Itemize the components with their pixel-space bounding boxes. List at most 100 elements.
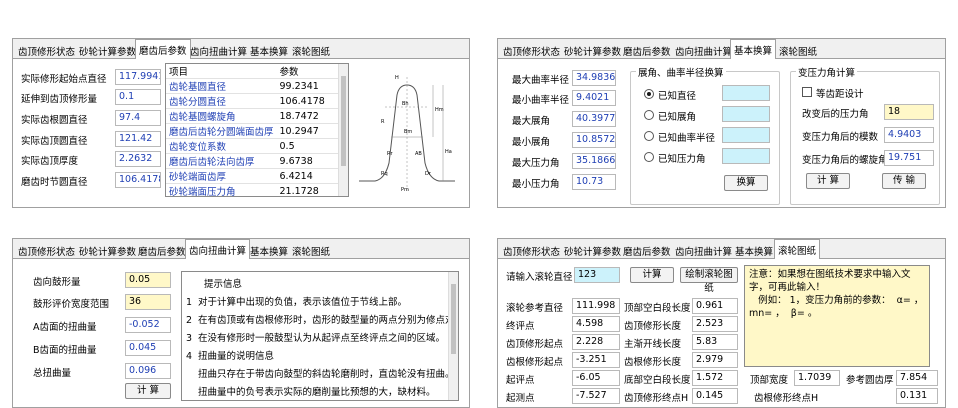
field-value[interactable]: 121.42: [115, 131, 161, 147]
diagram-label: Rq: [381, 171, 388, 177]
radio-known-radius[interactable]: [644, 131, 654, 141]
field-value[interactable]: 7.854: [896, 370, 938, 386]
field-value[interactable]: 35.1866: [572, 153, 616, 169]
input-pressure-angle[interactable]: [722, 148, 770, 164]
tab-helix-twist[interactable]: 齿向扭曲计算: [185, 239, 251, 260]
field-value[interactable]: 106.4178: [115, 172, 161, 188]
field-value[interactable]: 40.3977: [572, 111, 616, 127]
field-value[interactable]: 19.751: [884, 150, 934, 166]
field-label: 实际修形起始点直径: [21, 74, 107, 85]
radio-known-angle[interactable]: [644, 110, 654, 120]
calculate-button[interactable]: 计算: [630, 267, 674, 283]
cell-item: 齿轮基圆螺旋角: [166, 108, 277, 124]
field-value[interactable]: 2.979: [692, 352, 738, 368]
tab-wheel-params[interactable]: 砂轮计算参数: [76, 242, 139, 259]
tab-after-grinding[interactable]: 磨齿后参数: [135, 39, 191, 60]
roller-diameter-label: 请输入滚轮直径: [506, 272, 573, 283]
table-row[interactable]: 砂轮端面齿厚 6.4214: [166, 168, 340, 184]
tab-bar: 齿顶修形状态 砂轮计算参数 磨齿后参数 齿向扭曲计算 基本换算 滚轮图纸: [498, 39, 945, 60]
input-angle[interactable]: [722, 106, 770, 122]
convert-button[interactable]: 换算: [724, 175, 768, 191]
tab-helix-twist[interactable]: 齿向扭曲计算: [672, 242, 735, 259]
field-value[interactable]: -3.251: [572, 352, 620, 368]
table-scrollbar[interactable]: [338, 64, 348, 196]
field-label: 主渐开线长度: [624, 339, 682, 350]
field-value[interactable]: 9.4021: [572, 90, 616, 106]
tab-roller-drawing[interactable]: 滚轮图纸: [774, 239, 821, 260]
tab-basic-conversion[interactable]: 基本换算: [247, 42, 291, 59]
field-value[interactable]: 97.4: [115, 110, 161, 126]
table-row[interactable]: 磨齿后齿轮分圆端面齿厚 10.2947: [166, 123, 340, 139]
calculate-button[interactable]: 计 算: [806, 173, 850, 189]
tab-wheel-params[interactable]: 砂轮计算参数: [76, 42, 139, 59]
field-value[interactable]: 0.961: [692, 298, 738, 314]
tab-roller-drawing[interactable]: 滚轮图纸: [776, 42, 820, 59]
scrollbar-thumb[interactable]: [341, 76, 346, 166]
table-row[interactable]: 齿轮变位系数 0.5: [166, 138, 340, 154]
radio-known-pressure-angle[interactable]: [644, 152, 654, 162]
table-row[interactable]: 齿轮分圆直径 106.4178: [166, 93, 340, 109]
field-value[interactable]: 1.7039: [794, 370, 840, 386]
group-title: 变压力角计算: [796, 65, 858, 79]
field-value[interactable]: 36: [125, 294, 171, 310]
tab-roller-drawing[interactable]: 滚轮图纸: [289, 42, 333, 59]
info-scrollbar[interactable]: [448, 272, 458, 400]
field-value[interactable]: 117.9941: [115, 69, 161, 85]
tab-wheel-params[interactable]: 砂轮计算参数: [561, 42, 624, 59]
table-row[interactable]: 齿轮基圆直径 99.2341: [166, 78, 340, 94]
field-value[interactable]: 10.8572: [572, 132, 616, 148]
field-value[interactable]: 10.73: [572, 174, 616, 190]
tab-tip-modification[interactable]: 齿顶修形状态: [15, 42, 78, 59]
tab-tip-modification[interactable]: 齿顶修形状态: [500, 42, 563, 59]
roller-diameter-input[interactable]: 123: [574, 267, 620, 283]
field-value[interactable]: 0.096: [125, 363, 171, 379]
field-value[interactable]: 18: [884, 104, 934, 120]
field-label: B齿面的扭曲量: [33, 345, 97, 356]
field-value[interactable]: -7.527: [572, 388, 620, 404]
tab-tip-modification[interactable]: 齿顶修形状态: [15, 242, 78, 259]
tab-after-grinding[interactable]: 磨齿后参数: [135, 242, 189, 259]
tab-basic-conversion[interactable]: 基本换算: [247, 242, 291, 259]
field-value[interactable]: 5.83: [692, 334, 738, 350]
field-value[interactable]: 0.1: [115, 89, 161, 105]
transfer-button[interactable]: 传 输: [882, 173, 926, 189]
tab-wheel-params[interactable]: 砂轮计算参数: [561, 242, 624, 259]
field-value[interactable]: 0.131: [896, 388, 938, 404]
field-value[interactable]: 2.523: [692, 316, 738, 332]
radio-known-diameter[interactable]: [644, 89, 654, 99]
equal-pitch-checkbox[interactable]: [802, 87, 812, 97]
table-row[interactable]: 磨齿后齿轮法向齿厚 9.6738: [166, 153, 340, 169]
tab-roller-drawing[interactable]: 滚轮图纸: [289, 242, 333, 259]
tab-basic-conversion[interactable]: 基本换算: [730, 39, 777, 60]
tab-after-grinding[interactable]: 磨齿后参数: [620, 42, 674, 59]
field-value[interactable]: 1.572: [692, 370, 738, 386]
drawing-note-textarea[interactable]: 注意：如果想在图纸技术要求中输入文字，可再此输入！ 例如： 1，变压力角前的参数…: [744, 265, 930, 367]
params-table[interactable]: 项目 参数 齿轮基圆直径 99.2341 齿轮分圆直径 106.4178 齿轮基圆螺…: [165, 63, 349, 197]
field-value[interactable]: -6.05: [572, 370, 620, 386]
field-value[interactable]: 2.228: [572, 334, 620, 350]
field-value[interactable]: 0.145: [692, 388, 738, 404]
field-value[interactable]: 34.9836: [572, 70, 616, 86]
table-row[interactable]: 齿轮基圆螺旋角 18.7472: [166, 108, 340, 124]
tab-tip-modification[interactable]: 齿顶修形状态: [500, 242, 563, 259]
input-radius[interactable]: [722, 127, 770, 143]
draw-roller-button[interactable]: 绘制滚轮图纸: [680, 267, 738, 294]
field-value[interactable]: 0.05: [125, 272, 171, 288]
field-value[interactable]: -0.052: [125, 317, 171, 333]
cell-item: 砂轮端面压力角: [166, 183, 277, 196]
field-value[interactable]: 111.998: [572, 298, 620, 314]
field-label: 实际齿根圆直径: [21, 115, 88, 126]
tab-helix-twist[interactable]: 齿向扭曲计算: [187, 42, 250, 59]
calculate-button[interactable]: 计 算: [125, 383, 171, 399]
field-value[interactable]: 0.045: [125, 340, 171, 356]
tab-after-grinding[interactable]: 磨齿后参数: [620, 242, 674, 259]
tab-helix-twist[interactable]: 齿向扭曲计算: [672, 42, 735, 59]
field-label: 最小展角: [512, 137, 551, 148]
tab-basic-conversion[interactable]: 基本换算: [732, 242, 776, 259]
field-value[interactable]: 4.598: [572, 316, 620, 332]
field-value[interactable]: 2.2632: [115, 151, 161, 167]
scrollbar-thumb[interactable]: [451, 284, 456, 354]
input-diameter[interactable]: [722, 85, 770, 101]
table-row[interactable]: 砂轮端面压力角 21.1728: [166, 183, 340, 196]
field-value[interactable]: 4.9403: [884, 127, 934, 143]
